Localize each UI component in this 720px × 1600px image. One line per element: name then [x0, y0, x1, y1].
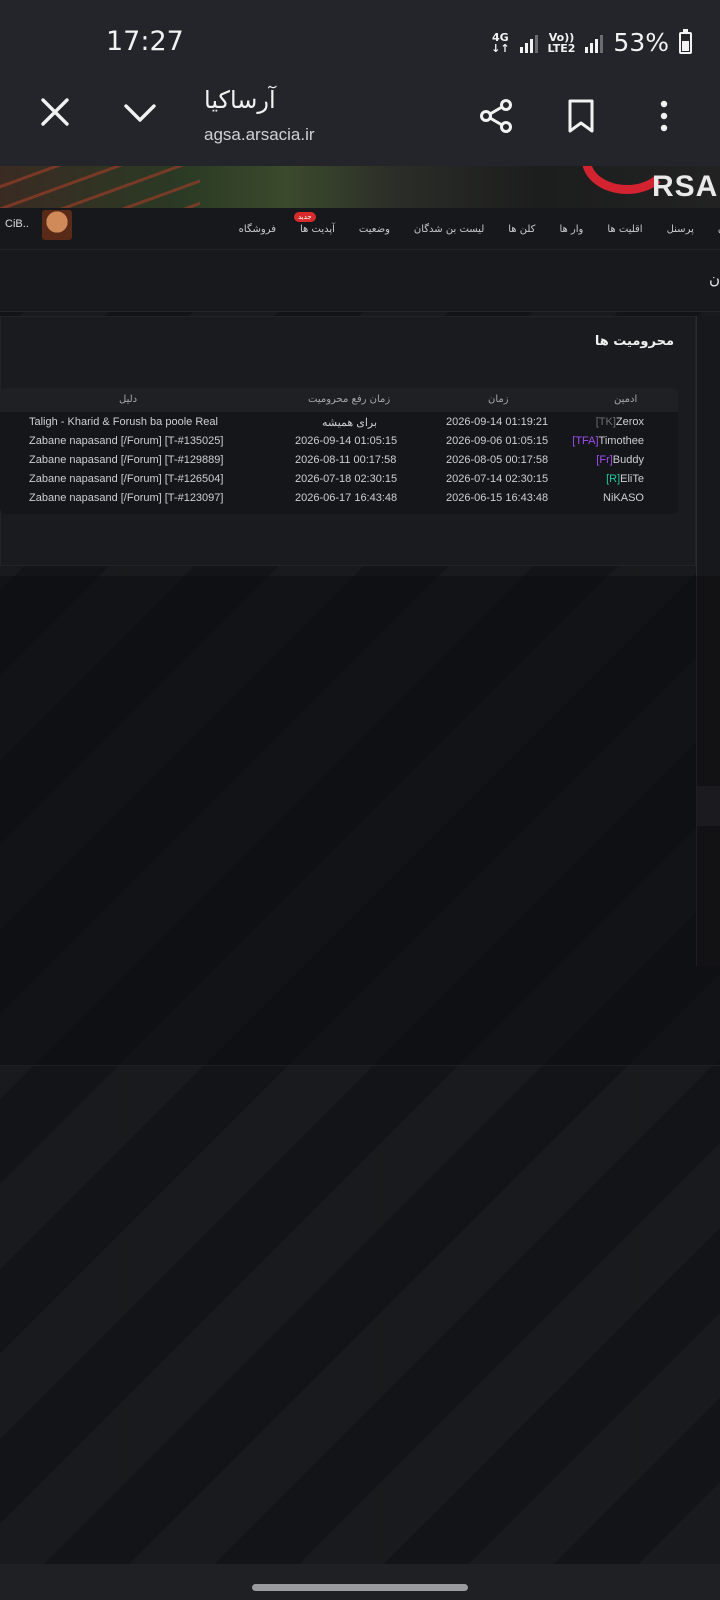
- table-row: Zabane napasand [/Forum] [T-#135025] 2026…: [0, 435, 678, 454]
- menu-item-shop[interactable]: فروشگاه: [239, 224, 276, 235]
- ban-lift-time: برای همیشه: [322, 417, 378, 429]
- bookmark-icon[interactable]: [566, 98, 596, 134]
- new-badge: جدید: [294, 211, 316, 222]
- menu-item-banlist[interactable]: لیست بن شدگان: [414, 224, 484, 235]
- status-time: 17:27: [106, 26, 184, 57]
- admin-name: EliTe: [620, 473, 644, 485]
- panel-title: محرومیت ها: [594, 334, 674, 349]
- close-icon[interactable]: [38, 95, 72, 129]
- ban-admin[interactable]: NiKASO: [603, 492, 644, 504]
- browser-topbar: 17:27 4G ↓↑ Vo)) LTE2 53% آرساکیا agsa.a…: [0, 0, 720, 166]
- table-row: Zabane napasand [/Forum] [T-#126504] 2026…: [0, 473, 678, 492]
- ban-reason: Zabane napasand [/Forum] [T-#123097]: [29, 492, 224, 504]
- ban-lift-time: 2026-08-11 00:17:58: [295, 454, 397, 466]
- ban-time: 2026-09-06 01:05:15: [446, 435, 549, 447]
- menu-item-status[interactable]: وضعیت: [359, 224, 390, 235]
- system-navbar: [0, 1564, 720, 1600]
- avatar[interactable]: [42, 210, 72, 240]
- menu-item-minorities[interactable]: اقلیت ها: [607, 224, 642, 235]
- admin-name: Timothee: [598, 435, 644, 447]
- menu-items: ان پرسنل اقلیت ها وار ها کلن ها لیست بن …: [239, 208, 720, 250]
- header-admin: ادمین: [614, 394, 638, 405]
- menu-item-wars[interactable]: وار ها: [559, 224, 583, 235]
- header-reason: دلیل: [119, 394, 138, 405]
- ban-time: 2026-06-15 16:43:48: [446, 492, 549, 504]
- admin-tag: [TFA]: [572, 435, 599, 447]
- ban-time: 2026-08-05 00:17:58: [446, 454, 549, 466]
- ban-lift-time: 2026-07-18 02:30:15: [295, 473, 398, 485]
- ban-reason: Zabane napasand [/Forum] [T-#129889]: [29, 454, 224, 466]
- admin-name: NiKASO: [603, 492, 644, 504]
- chevron-down-icon[interactable]: [120, 98, 160, 128]
- menu-item-personnel[interactable]: پرسنل: [667, 224, 694, 235]
- section-title: ن: [708, 270, 720, 288]
- user-name[interactable]: CiB..: [5, 218, 29, 230]
- volte-indicator: Vo)) LTE2: [547, 30, 576, 55]
- share-icon[interactable]: [478, 98, 514, 134]
- ban-lift-time: 2026-09-14 01:05:15: [295, 435, 398, 447]
- ban-admin[interactable]: [Fr]Buddy: [596, 454, 644, 466]
- banner-art: [0, 166, 200, 208]
- ban-admin[interactable]: [TK]Zerox: [596, 416, 644, 428]
- table-row: Zabane napasand [/Forum] [T-#123097] 2026…: [0, 492, 678, 511]
- signal-icon-2: [585, 33, 604, 53]
- page-title: آرساکیا: [204, 86, 276, 114]
- table-header: دلیل زمان رفع محرومیت زمان ادمین: [0, 388, 678, 412]
- page-url[interactable]: agsa.arsacia.ir: [204, 125, 315, 145]
- admin-name: Buddy: [612, 454, 644, 466]
- ban-reason: Taligh - Kharid & Forush ba poole Real: [29, 416, 218, 428]
- menu-item-updates-label: آپدیت ها: [300, 223, 335, 235]
- admin-tag: [R]: [606, 473, 621, 485]
- header-lift-time: زمان رفع محرومیت: [308, 394, 391, 405]
- web-page: RSA CiB.. ان پرسنل اقلیت ها وار ها کلن ه…: [0, 166, 720, 1564]
- admin-name: Zerox: [615, 416, 644, 428]
- admin-tag: [Fr]: [596, 454, 613, 466]
- bans-table: دلیل زمان رفع محرومیت زمان ادمین Taligh …: [0, 388, 678, 514]
- signal-icon: [519, 33, 538, 53]
- section-header: [0, 250, 720, 312]
- table-row: Zabane napasand [/Forum] [T-#129889] 2026…: [0, 454, 678, 473]
- battery-level: [682, 40, 689, 51]
- ban-admin[interactable]: [R]EliTe: [606, 473, 644, 485]
- ban-time: 2026-09-14 01:19:21: [446, 416, 549, 428]
- ban-time: 2026-07-14 02:30:15: [446, 473, 549, 485]
- site-banner: RSA: [0, 166, 720, 208]
- table-row: Taligh - Kharid & Forush ba poole Real بر…: [0, 416, 678, 435]
- more-options-icon[interactable]: [652, 98, 676, 134]
- home-gesture-bar[interactable]: [252, 1584, 468, 1591]
- admin-tag: [TK]: [595, 416, 616, 428]
- header-time: زمان: [488, 394, 509, 405]
- network-4g-indicator: 4G ↓↑: [491, 30, 510, 55]
- ban-reason: Zabane napasand [/Forum] [T-#126504]: [29, 473, 224, 485]
- menu-item-updates[interactable]: آپدیت ها جدید: [294, 211, 335, 235]
- page-lower-area: [0, 576, 720, 1066]
- menu-item-clans[interactable]: کلن ها: [508, 224, 535, 235]
- ban-reason: Zabane napasand [/Forum] [T-#135025]: [29, 435, 224, 447]
- ban-lift-time: 2026-06-17 16:43:48: [295, 492, 398, 504]
- status-icons: 4G ↓↑ Vo)) LTE2 53%: [491, 28, 692, 57]
- battery-percent: 53%: [613, 28, 669, 57]
- ban-admin[interactable]: [TFA]Timothee: [572, 435, 644, 447]
- battery-icon: [679, 28, 692, 54]
- site-logo[interactable]: RSA: [652, 170, 718, 204]
